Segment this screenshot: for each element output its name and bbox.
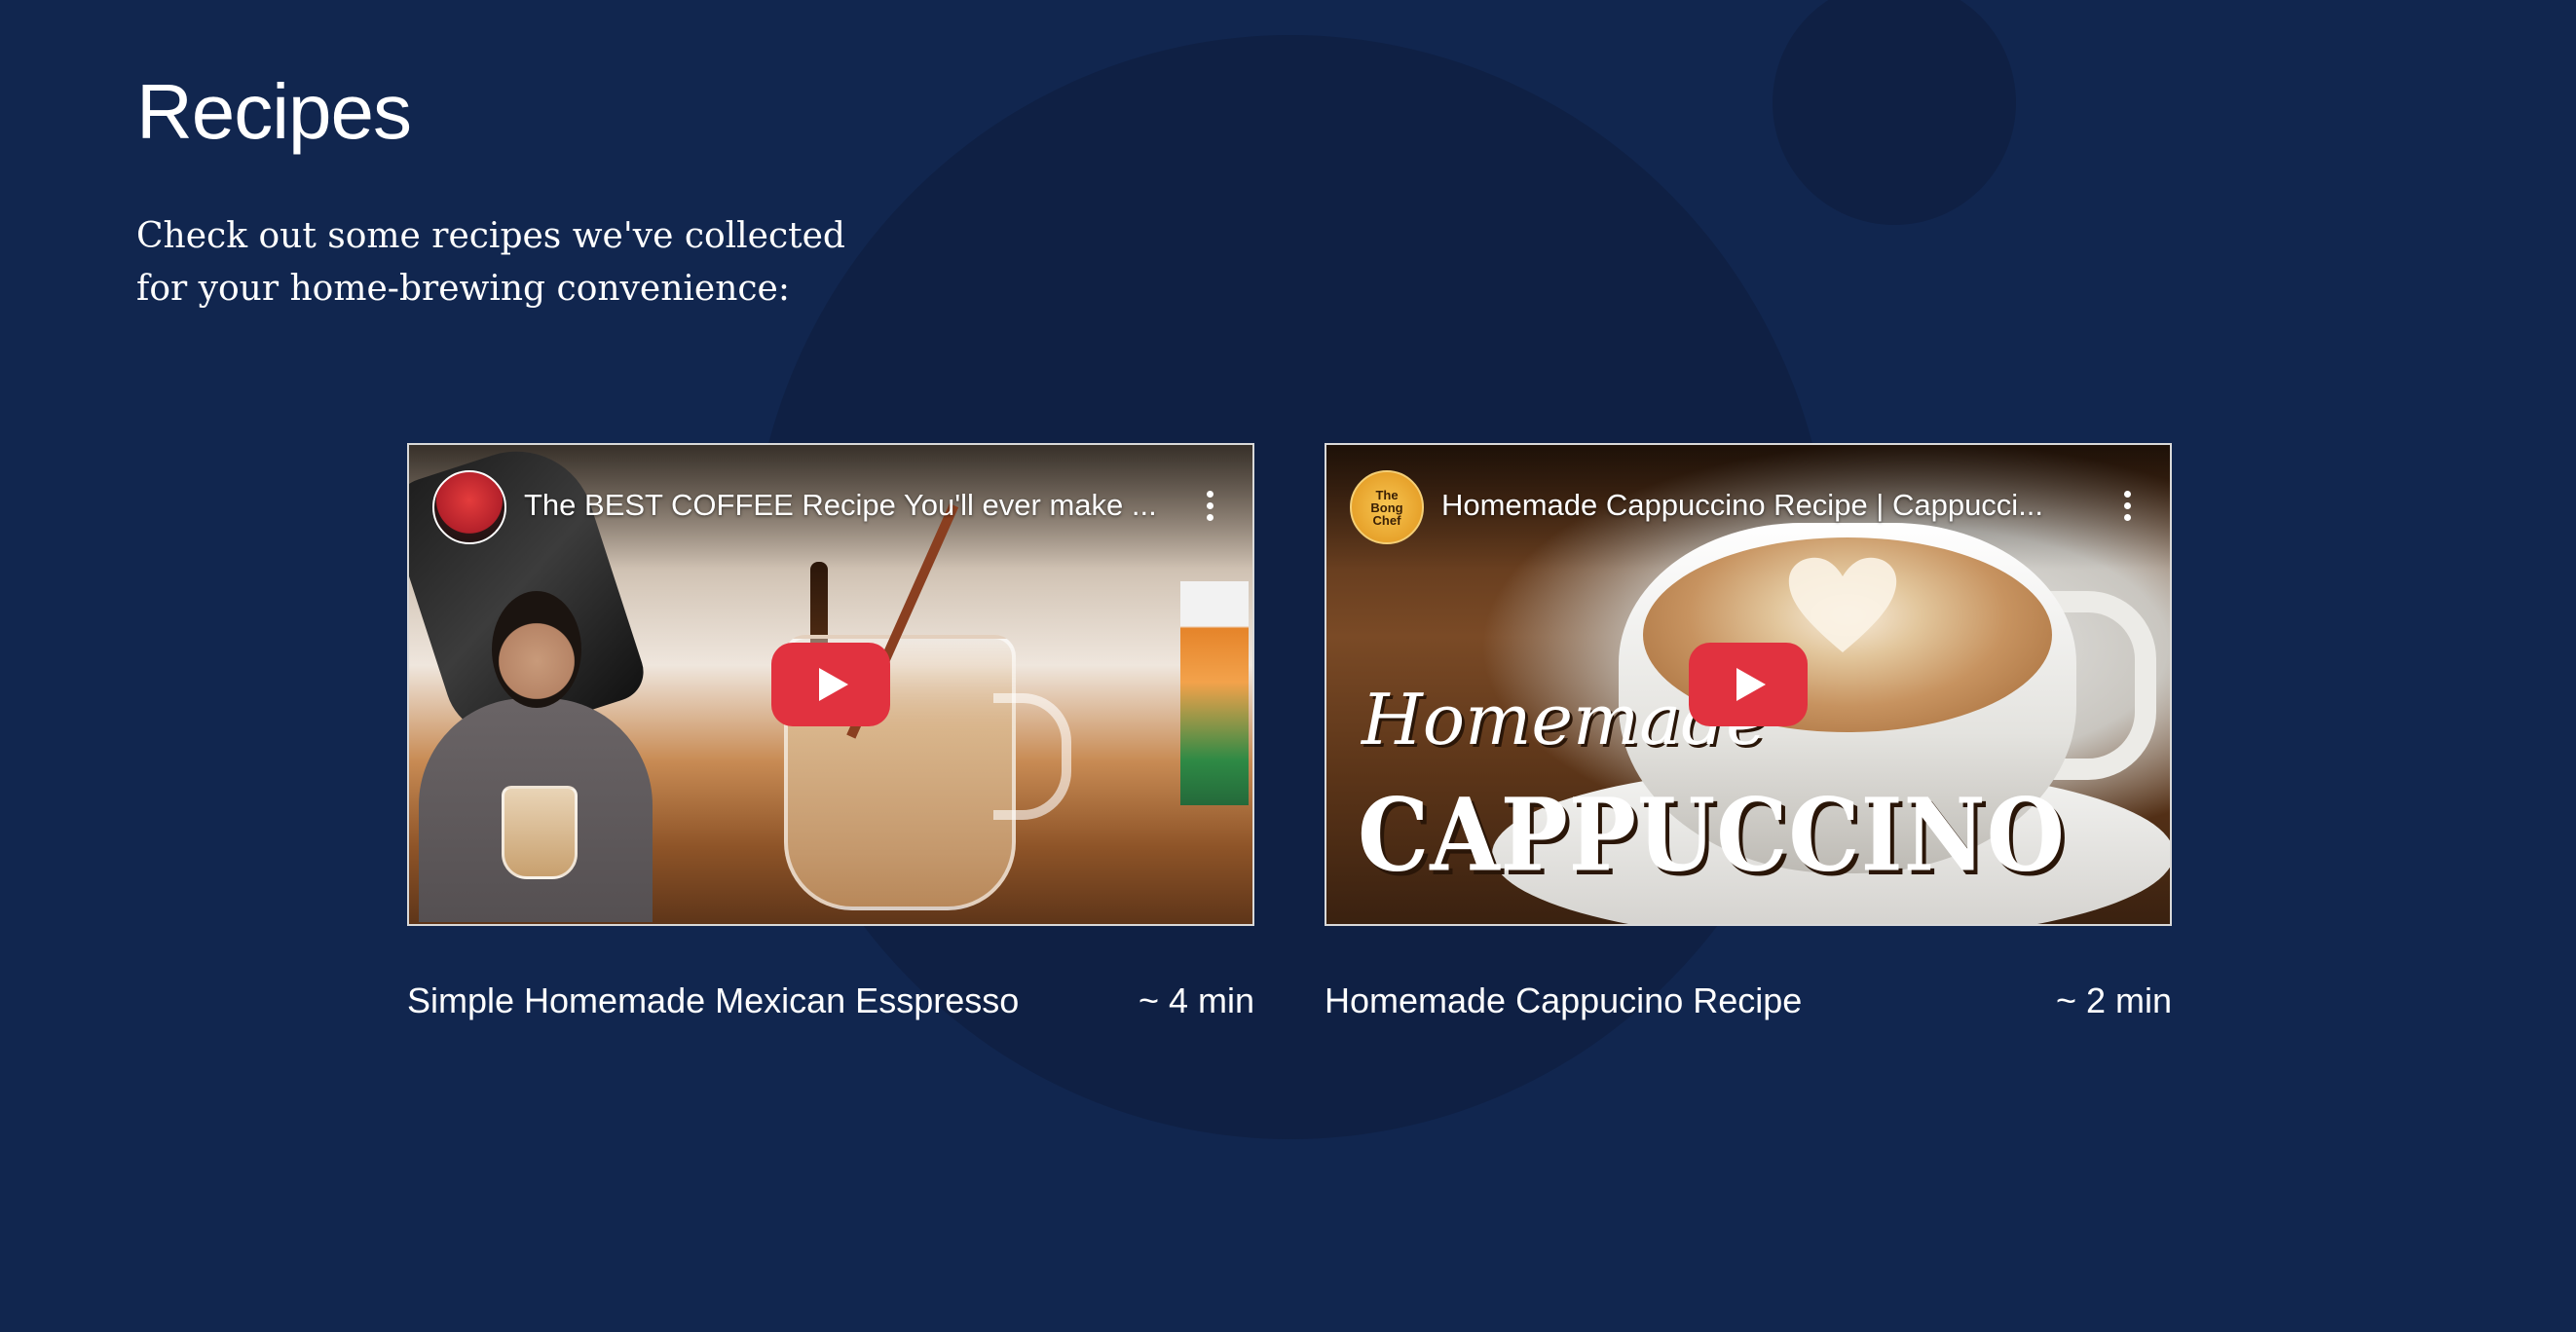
recipe-duration: ~ 4 min (1138, 980, 1254, 1020)
video-title[interactable]: The BEST COFFEE Recipe You'll ever make … (524, 470, 1175, 540)
youtube-play-icon[interactable] (1689, 643, 1808, 726)
video-title-bar: The BEST COFFEE Recipe You'll ever make … (409, 445, 1252, 562)
presenter-head (492, 591, 581, 708)
page-title: Recipes (136, 68, 412, 155)
recipe-title: Homemade Cappucino Recipe (1325, 980, 1803, 1020)
recipe-caption: Homemade Cappucino Recipe ~ 2 min (1325, 980, 2172, 1021)
video-embed[interactable]: The BEST COFFEE Recipe You'll ever make … (407, 443, 1254, 926)
video-title[interactable]: Homemade Cappuccino Recipe | Cappucci... (1441, 470, 2092, 540)
play-triangle-icon (819, 668, 848, 701)
recipe-caption: Simple Homemade Mexican Esspresso ~ 4 mi… (407, 980, 1254, 1021)
video-embed[interactable]: Homemade CAPPUCCINO The Bong Chef Homema… (1325, 443, 2172, 926)
mug-handle-graphic (993, 693, 1071, 820)
thumbnail-text-cappuccino: CAPPUCCINO (1358, 776, 2066, 894)
youtube-play-icon[interactable] (771, 643, 890, 726)
channel-avatar[interactable] (432, 470, 506, 544)
more-vertical-icon[interactable] (1190, 470, 1229, 540)
recipe-title: Simple Homemade Mexican Esspresso (407, 980, 1020, 1020)
presenter-graphic (409, 591, 662, 922)
video-title-bar: The Bong Chef Homemade Cappuccino Recipe… (1326, 445, 2170, 562)
more-vertical-icon[interactable] (2108, 470, 2147, 540)
play-triangle-icon (1736, 668, 1766, 701)
channel-avatar[interactable]: The Bong Chef (1350, 470, 1424, 544)
milk-carton-graphic (1180, 581, 1249, 805)
recipe-card-cappuccino: Homemade CAPPUCCINO The Bong Chef Homema… (1325, 443, 2172, 1021)
recipe-card-mexican-espresso: The BEST COFFEE Recipe You'll ever make … (407, 443, 1254, 1021)
background-circle-small (1773, 0, 2016, 225)
latte-art-heart-icon (1788, 557, 1897, 652)
recipe-duration: ~ 2 min (2055, 980, 2172, 1020)
channel-logo-text: The Bong Chef (1370, 487, 1403, 528)
presenter-cup (502, 786, 578, 879)
recipes-header: Recipes Check out some recipes we've col… (136, 58, 915, 315)
page-subtitle: Check out some recipes we've collected f… (136, 216, 845, 309)
